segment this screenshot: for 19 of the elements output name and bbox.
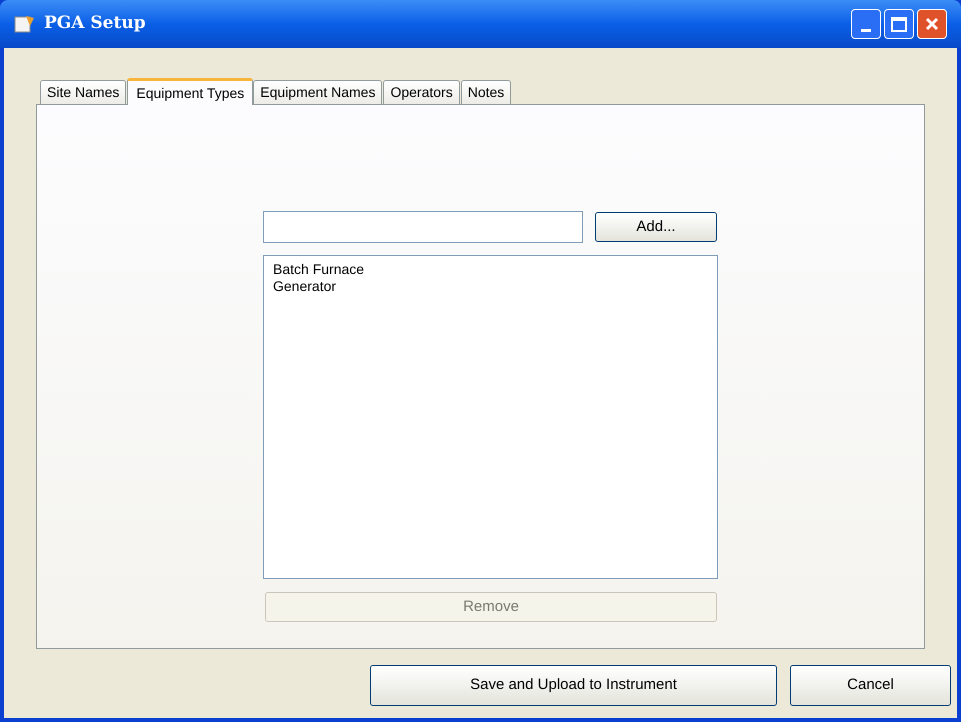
save-upload-button[interactable]: Save and Upload to Instrument — [370, 665, 777, 706]
list-item[interactable]: Generator — [273, 278, 708, 295]
tab[interactable]: Site Names — [40, 80, 126, 104]
window-title: PGA Setup — [44, 12, 146, 36]
close-button[interactable] — [917, 9, 947, 39]
tab[interactable]: Operators — [383, 80, 460, 104]
maximize-button[interactable] — [884, 9, 914, 39]
tab[interactable]: Notes — [460, 80, 512, 104]
list-item[interactable]: Batch Furnace — [273, 261, 708, 278]
minimize-button[interactable] — [851, 9, 881, 39]
tab[interactable]: Equipment Types — [127, 78, 254, 105]
maximize-icon — [891, 16, 907, 32]
minimize-icon — [861, 29, 871, 32]
tab[interactable]: Equipment Names — [253, 80, 382, 104]
close-icon — [924, 16, 940, 32]
app-icon — [14, 14, 36, 34]
text-input-field[interactable] — [263, 211, 583, 243]
add-button[interactable]: Add... — [595, 212, 717, 242]
cancel-button[interactable]: Cancel — [790, 665, 951, 706]
